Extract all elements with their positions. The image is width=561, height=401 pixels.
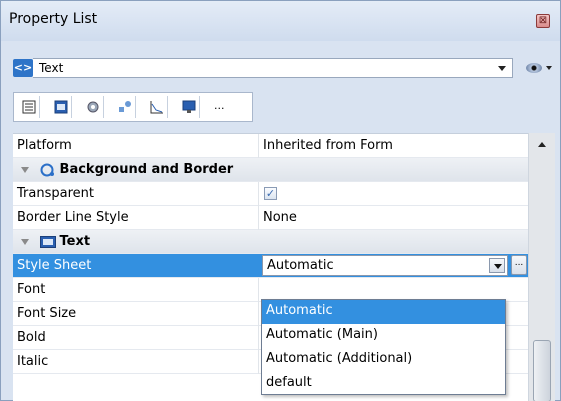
- object-select-value: Text: [39, 61, 64, 75]
- collapse-triangle-icon: [21, 238, 29, 245]
- property-tab-bar: ...: [13, 92, 253, 122]
- property-name: Italic: [17, 354, 49, 369]
- tab-list[interactable]: [18, 96, 40, 118]
- paint-icon: [40, 163, 54, 176]
- more-icon: ...: [214, 99, 225, 112]
- chevron-down-icon[interactable]: [489, 258, 505, 273]
- eye-icon: [526, 63, 542, 73]
- group-text[interactable]: Text: [13, 230, 528, 254]
- tab-shapes[interactable]: [114, 96, 136, 118]
- row-style-sheet[interactable]: Style Sheet Automatic ...: [13, 254, 528, 278]
- form-icon: [54, 100, 68, 114]
- property-name: Font Size: [17, 306, 77, 321]
- property-name: Bold: [17, 330, 46, 345]
- window-title: Property List: [9, 11, 98, 27]
- style-sheet-dropdown: Automatic Automatic (Main) Automatic (Ad…: [261, 299, 506, 395]
- property-name: Style Sheet: [17, 258, 92, 273]
- object-select[interactable]: Text: [33, 58, 513, 78]
- chart-icon: [150, 101, 163, 114]
- monitor-icon: [182, 100, 196, 113]
- group-label: Text: [59, 234, 91, 249]
- style-sheet-select[interactable]: Automatic: [262, 255, 508, 276]
- text-field-icon: [39, 235, 56, 248]
- property-list-window: Property List ⊠ <> Text ... Platform Inh…: [0, 0, 561, 401]
- property-name: Platform: [17, 138, 72, 153]
- dropdown-option[interactable]: Automatic (Additional): [262, 348, 505, 372]
- property-name: Transparent: [17, 186, 94, 201]
- property-value: Inherited from Form: [263, 138, 393, 153]
- tab-form[interactable]: [50, 96, 72, 118]
- row-border-line-style[interactable]: Border Line Style None: [13, 206, 528, 230]
- view-options-button[interactable]: [524, 60, 554, 78]
- ellipsis-button[interactable]: ...: [511, 255, 527, 275]
- row-transparent[interactable]: Transparent ✓: [13, 182, 528, 206]
- tab-gear[interactable]: [82, 96, 104, 118]
- chevron-down-icon: [546, 66, 552, 70]
- shapes-icon: [119, 101, 131, 112]
- vertical-scrollbar[interactable]: [528, 133, 555, 401]
- transparent-checkbox[interactable]: ✓: [264, 187, 277, 200]
- tab-more[interactable]: ...: [210, 96, 232, 118]
- dropdown-option[interactable]: Automatic: [262, 300, 505, 324]
- code-brackets-icon: <>: [13, 59, 33, 77]
- tab-monitor[interactable]: [178, 96, 200, 118]
- chevron-down-icon: [498, 66, 506, 71]
- group-label: Background and Border: [59, 162, 234, 177]
- tab-chart[interactable]: [146, 96, 168, 118]
- gear-icon: [87, 101, 99, 113]
- list-icon: [22, 100, 36, 114]
- property-name: Border Line Style: [17, 210, 129, 225]
- collapse-triangle-icon: [21, 166, 29, 173]
- scrollbar-thumb[interactable]: [533, 340, 551, 401]
- dropdown-option[interactable]: Automatic (Main): [262, 324, 505, 348]
- object-selector-row: <> Text: [1, 53, 560, 83]
- title-bar[interactable]: Property List ⊠: [1, 1, 560, 41]
- style-sheet-value: Automatic: [267, 258, 334, 273]
- close-button[interactable]: ⊠: [536, 14, 550, 28]
- property-value: None: [263, 210, 297, 225]
- dropdown-option[interactable]: default: [262, 372, 505, 396]
- property-name: Font: [17, 282, 46, 297]
- scroll-up-arrow-icon[interactable]: [538, 142, 546, 147]
- row-platform[interactable]: Platform Inherited from Form: [13, 134, 528, 158]
- group-background-and-border[interactable]: Background and Border: [13, 158, 528, 182]
